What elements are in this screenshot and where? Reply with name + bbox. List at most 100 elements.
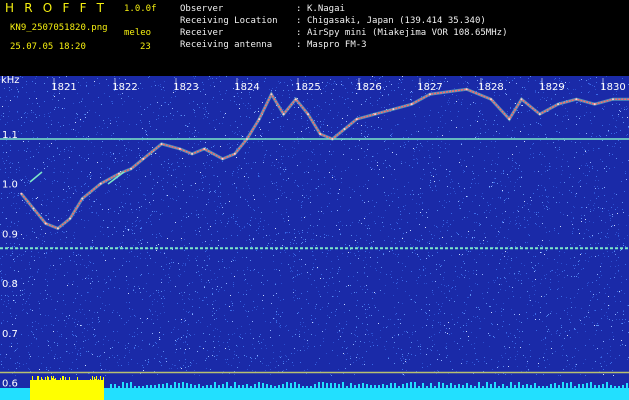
noise-pixel [344,312,345,313]
noise-pixel [391,228,392,229]
noise-pixel [185,362,186,363]
noise-pixel [250,333,251,334]
noise-pixel [221,222,222,223]
noise-pixel [571,302,572,303]
noise-pixel [480,224,481,225]
noise-pixel [24,293,25,294]
noise-pixel [18,119,19,120]
noise-pixel [229,148,230,149]
noise-pixel [380,272,381,273]
noise-pixel [248,311,249,312]
noise-pixel [178,275,179,276]
noise-pixel [5,124,6,125]
noise-pixel [519,314,520,315]
noise-pixel [319,358,320,359]
noise-pixel [237,217,238,218]
noise-pixel [456,95,457,96]
noise-pixel [5,168,6,169]
noise-pixel [268,224,269,225]
noise-pixel [313,245,314,246]
noise-pixel [581,221,582,222]
noise-pixel [287,232,288,233]
noise-pixel [149,344,150,345]
noise-pixel [177,111,178,112]
noise-pixel [618,265,619,266]
noise-pixel [434,181,435,182]
noise-pixel [585,175,586,176]
noise-pixel [64,199,65,200]
noise-pixel [450,171,451,172]
noise-pixel [259,127,260,128]
noise-pixel [217,277,218,278]
noise-pixel [158,347,159,348]
noise-pixel [199,346,200,347]
noise-pixel [621,290,622,291]
noise-pixel [487,241,488,242]
noise-pixel [208,79,209,80]
noise-pixel [138,142,139,143]
noise-pixel [278,297,279,298]
noise-pixel [339,229,340,230]
noise-pixel [43,162,44,163]
noise-pixel [584,197,585,198]
noise-pixel [99,115,100,116]
noise-pixel [209,282,210,283]
noise-pixel [38,152,39,153]
noise-pixel [61,334,62,335]
noise-pixel [243,346,244,347]
noise-pixel [613,336,614,337]
noise-pixel [248,152,249,153]
noise-pixel [462,99,463,100]
noise-pixel [620,130,621,131]
noise-pixel [507,77,508,78]
noise-pixel [418,277,419,278]
noise-pixel [593,150,594,151]
noise-pixel [442,226,443,227]
noise-pixel [250,270,251,271]
noise-pixel [170,102,171,103]
noise-pixel [458,153,459,154]
noise-pixel [8,116,9,117]
noise-pixel [546,274,547,275]
noise-pixel [320,154,321,155]
noise-pixel [432,144,433,145]
noise-pixel [126,193,127,194]
noise-pixel [607,233,608,234]
noise-pixel [58,107,59,108]
noise-pixel [315,308,316,309]
noise-pixel [305,326,306,327]
noise-pixel [426,258,427,259]
noise-pixel [392,201,393,202]
noise-pixel [127,174,128,175]
noise-pixel [65,242,66,243]
noise-pixel [410,299,411,300]
noise-pixel [113,153,114,154]
noise-pixel [536,214,537,215]
noise-pixel [16,212,17,213]
noise-pixel [55,269,56,270]
noise-pixel [230,310,231,311]
noise-pixel [506,198,507,199]
noise-pixel [319,144,320,145]
noise-pixel [594,203,595,204]
noise-pixel [606,312,607,313]
noise-pixel [108,288,109,289]
noise-pixel [108,276,109,277]
noise-pixel [440,274,441,275]
noise-pixel [271,303,272,304]
noise-pixel [412,252,413,253]
noise-pixel [238,169,239,170]
noise-pixel [136,267,137,268]
noise-pixel [179,166,180,167]
noise-pixel [361,130,362,131]
noise-pixel [46,215,47,216]
noise-pixel [180,274,181,275]
noise-pixel [233,96,234,97]
noise-pixel [62,313,63,314]
noise-pixel [125,228,126,229]
noise-pixel [319,294,320,295]
noise-pixel [394,307,395,308]
noise-pixel [370,79,371,80]
noise-pixel [288,330,289,331]
noise-pixel [383,217,384,218]
